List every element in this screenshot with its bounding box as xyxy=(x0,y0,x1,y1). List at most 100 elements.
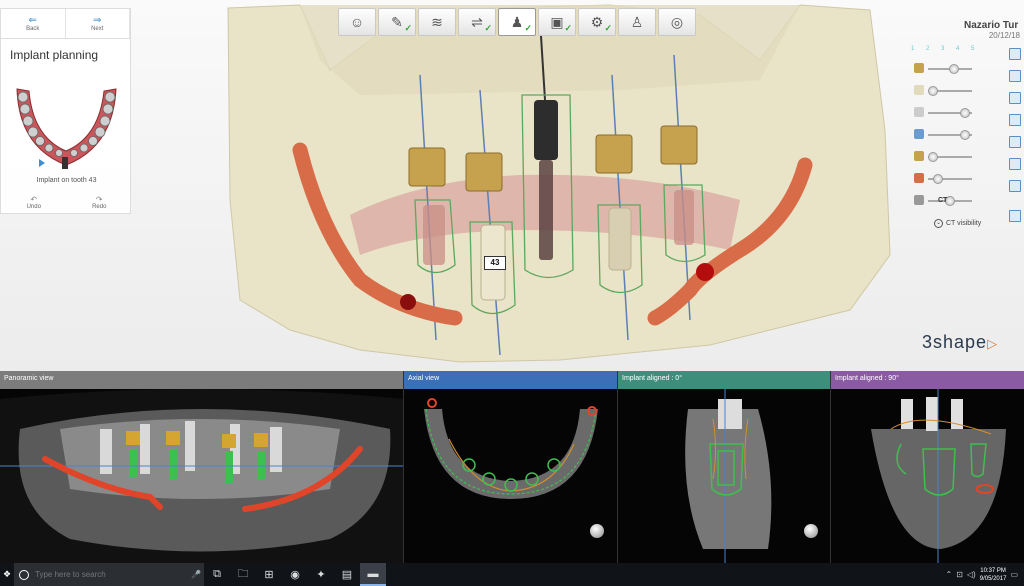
taskbar-search[interactable]: 🎤 xyxy=(14,563,204,586)
layer-slider-3[interactable] xyxy=(914,107,972,119)
slider-knob[interactable] xyxy=(960,108,971,118)
check-icon: ✓ xyxy=(484,23,492,33)
ct-visibility-toggle[interactable]: ⌄ CT visibility xyxy=(934,219,981,228)
chevron-up-icon[interactable]: ⌃ xyxy=(946,570,953,579)
workflow-step-1[interactable]: ☺ xyxy=(338,8,376,36)
slider-knob[interactable] xyxy=(960,130,971,140)
view-option-8-icon[interactable] xyxy=(1009,210,1021,222)
slider-knob[interactable] xyxy=(949,64,960,74)
view-option-4-icon[interactable] xyxy=(1009,114,1021,126)
media-icon[interactable]: ▤ xyxy=(334,563,360,586)
dental-arch-thumbnail[interactable] xyxy=(9,77,124,175)
undo-redo-row: ↶ Undo ↷ Redo xyxy=(1,195,132,210)
slider-knob[interactable] xyxy=(933,174,944,184)
clock-time: 10:37 PM xyxy=(980,567,1006,574)
chrome-icon[interactable]: ◉ xyxy=(282,563,308,586)
user-name: Nazario Tur xyxy=(964,20,1019,31)
ct-slider-label: CT xyxy=(938,197,948,204)
people-icon: ♙ xyxy=(630,14,644,30)
task-view-icon[interactable]: ⧉ xyxy=(204,563,230,586)
nav-row: ⇐ Back ⇒ Next xyxy=(1,9,130,39)
clock-date: 9/05/2017 xyxy=(979,575,1007,582)
back-button[interactable]: ⇐ Back xyxy=(1,9,66,38)
brand-logo: 3shape▷ xyxy=(922,332,998,353)
jaw-3d-model[interactable] xyxy=(0,0,1024,371)
implant-aligned-0-header: Implant aligned : 0° xyxy=(618,371,830,389)
volume-icon[interactable]: ◁) xyxy=(967,570,976,579)
workflow-step-8[interactable]: ♙ xyxy=(618,8,656,36)
windows-logo-icon: ❖ xyxy=(2,569,12,579)
aligned-0-ct-image xyxy=(685,389,772,563)
view-option-1-icon[interactable] xyxy=(1009,48,1021,60)
3d-viewport[interactable]: ☺ ✎ ✓ ≋ ⇌ ✓ ♟ ✓ ▣ ✓ ⚙ ✓ ♙ ◎ 43 ⇐ Back ⇒ Next Implant … xyxy=(0,0,1024,371)
workflow-step-6[interactable]: ▣ ✓ xyxy=(538,8,576,36)
layer-slider-4[interactable] xyxy=(914,129,972,141)
workflow-step-2[interactable]: ✎ ✓ xyxy=(378,8,416,36)
layer-slider-2[interactable] xyxy=(914,85,972,97)
view-option-2-icon[interactable] xyxy=(1009,70,1021,82)
dental-implant-planner: ☺ ✎ ✓ ≋ ⇌ ✓ ♟ ✓ ▣ ✓ ⚙ ✓ ♙ ◎ 43 ⇐ Back ⇒ Next Implant … xyxy=(0,0,1024,586)
guide-layer-icon xyxy=(914,107,924,117)
windows-taskbar: ❖ 🎤 ⧉🗀⊞◉✦▤▬ ⌃ ⊡ ◁) 10:37 PM 9/05/2017 ▭ xyxy=(0,563,1024,586)
workflow-toolbar: ☺ ✎ ✓ ≋ ⇌ ✓ ♟ ✓ ▣ ✓ ⚙ ✓ ♙ ◎ xyxy=(338,8,696,38)
orientation-ball-icon xyxy=(804,524,818,538)
globe-icon: ◎ xyxy=(670,14,684,30)
workflow-step-3[interactable]: ≋ xyxy=(418,8,456,36)
taskbar-apps: ⧉ 🗀 ⊞ ◉ ✦ ▤ ▬ xyxy=(204,563,386,586)
axial-orientation-gizmo[interactable] xyxy=(590,523,604,539)
slider-knob[interactable] xyxy=(928,152,938,162)
redo-button[interactable]: ↷ Redo xyxy=(67,195,133,210)
search-input[interactable] xyxy=(35,570,185,579)
undo-button[interactable]: ↶ Undo xyxy=(1,195,67,210)
view-option-5-icon[interactable] xyxy=(1009,136,1021,148)
cortana-icon xyxy=(19,569,29,580)
store-icon[interactable]: ⊞ xyxy=(256,563,282,586)
layer-slider-6[interactable] xyxy=(914,173,972,185)
abutment-icon xyxy=(914,151,924,161)
layer-slider-1[interactable] xyxy=(914,63,972,75)
workflow-step-7[interactable]: ⚙ ✓ xyxy=(578,8,616,36)
check-icon: ✓ xyxy=(524,23,532,33)
network-icon[interactable]: ⊡ xyxy=(956,570,963,579)
microphone-icon[interactable]: 🎤 xyxy=(191,570,201,579)
active-app-icon[interactable]: ▬ xyxy=(360,563,386,586)
implant-aligned-0-view[interactable]: Implant aligned : 0° xyxy=(618,371,831,563)
implant-number-text: 43 xyxy=(490,258,500,267)
slider-knob[interactable] xyxy=(928,86,938,96)
orientation-ball-icon xyxy=(590,524,604,538)
workflow-step-5[interactable]: ♟ ✓ xyxy=(498,8,536,36)
guide-icon: ▣ xyxy=(550,14,564,30)
app-icon[interactable]: ✦ xyxy=(308,563,334,586)
clock[interactable]: 10:37 PM 9/05/2017 xyxy=(980,567,1007,583)
file-explorer-icon[interactable]: 🗀 xyxy=(230,563,256,586)
step-indicator: 1 2 3 4 5 xyxy=(911,46,980,52)
user-info: Nazario Tur 20/12/18 xyxy=(964,20,1024,40)
axial-view[interactable]: Axial view xyxy=(404,371,618,563)
implant-aligned-90-view[interactable]: Implant aligned : 90° xyxy=(831,371,1024,563)
workflow-step-4[interactable]: ⇌ ✓ xyxy=(458,8,496,36)
panoramic-ct-image xyxy=(0,389,403,563)
export-icon: ⚙ xyxy=(590,14,604,30)
view-option-6-icon[interactable] xyxy=(1009,158,1021,170)
implant-number-label[interactable]: 43 xyxy=(484,256,506,270)
left-panel: ⇐ Back ⇒ Next Implant planning Implant o… xyxy=(0,8,131,214)
aligned-0-orientation-gizmo[interactable] xyxy=(804,523,818,539)
back-arrow-icon: ⇐ xyxy=(28,14,37,26)
ct-icon xyxy=(914,195,924,205)
layer-slider-5[interactable] xyxy=(914,151,972,163)
order-form-icon: ✎ xyxy=(391,14,403,30)
check-icon: ✓ xyxy=(564,23,572,33)
undo-label: Undo xyxy=(26,204,41,210)
model-icon xyxy=(914,85,924,95)
nerve-icon xyxy=(914,173,924,183)
implant-layer-icon xyxy=(914,129,924,139)
workflow-step-9[interactable]: ◎ xyxy=(658,8,696,36)
panoramic-view[interactable]: Panoramic view xyxy=(0,371,404,563)
notifications-icon[interactable]: ▭ xyxy=(1010,570,1018,579)
view-option-7-icon[interactable] xyxy=(1009,180,1021,192)
next-arrow-icon: ⇒ xyxy=(93,14,102,26)
next-button[interactable]: ⇒ Next xyxy=(66,9,130,38)
undo-icon: ↶ xyxy=(30,195,38,204)
start-button[interactable]: ❖ xyxy=(0,563,14,586)
view-option-3-icon[interactable] xyxy=(1009,92,1021,104)
